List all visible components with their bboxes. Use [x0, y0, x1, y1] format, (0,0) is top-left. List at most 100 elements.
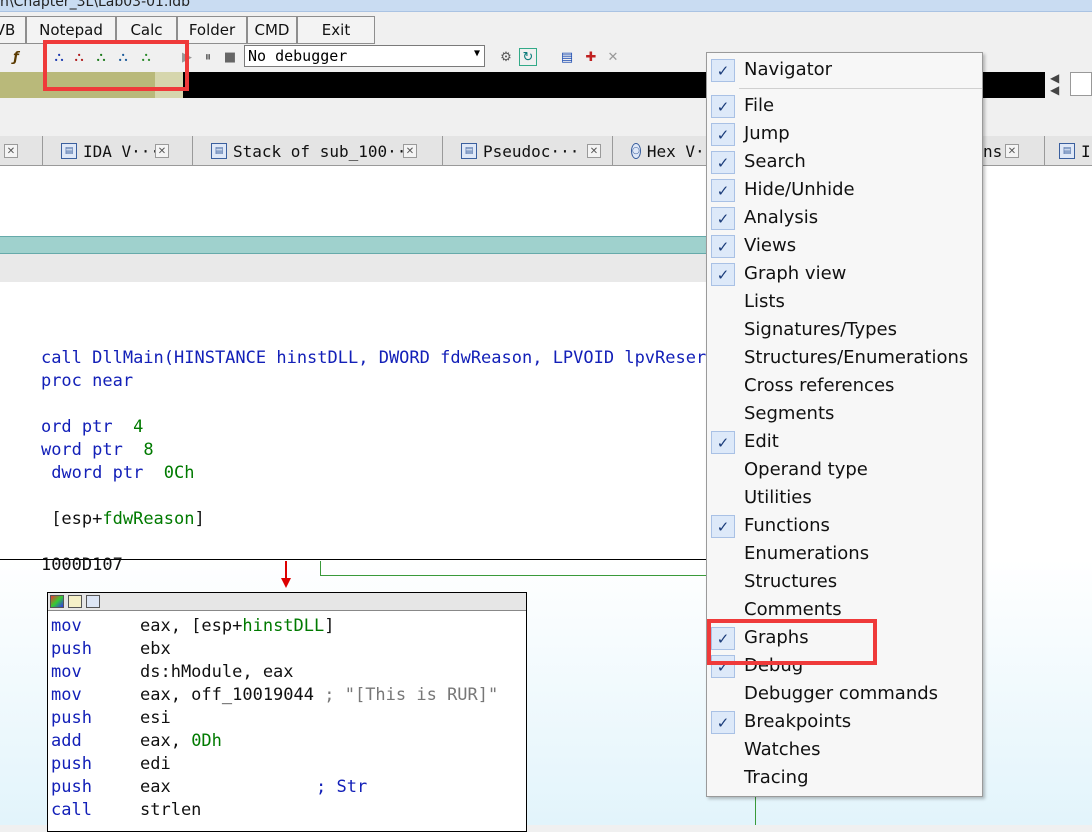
window-title-bar: n\Chapter_3L\Lab03-01.idb	[0, 0, 1092, 12]
function-header-block[interactable]: call DllMain(HINSTANCE hinstDLL, DWORD f…	[0, 282, 710, 575]
menu-item-tracing[interactable]: Tracing	[707, 764, 982, 792]
check-icon: ✓	[711, 515, 735, 538]
tab-label: IDA V···	[83, 141, 161, 161]
code-line: mov eax, off_10019044 ; "[This is RUR]"	[51, 685, 499, 705]
menu-item-graph-view[interactable]: ✓ Graph view	[707, 260, 982, 288]
menu-item-signatures-types[interactable]: Signatures/Types	[707, 316, 982, 344]
code-line: push edi	[51, 754, 171, 774]
code-line: add eax, 0Dh	[51, 731, 222, 751]
toolbar-highlight-box	[43, 40, 189, 91]
check-icon: ✓	[711, 151, 735, 174]
code-line: mov eax, [esp+hinstDLL]	[51, 616, 335, 636]
tab-ida-view[interactable]: ▤ IDA V··· ✕	[43, 136, 193, 166]
tab-label: I	[1081, 141, 1091, 161]
ida-view-icon: ▤	[61, 143, 77, 159]
code-line: call strlen	[51, 800, 202, 820]
code-line: mov ds:hModule, eax	[51, 662, 294, 682]
tab-label: Pseudoc···	[483, 141, 580, 161]
basic-block[interactable]: mov eax, [esp+hinstDLL] push ebx mov ds:hMo…	[47, 592, 527, 832]
menu-item-lists[interactable]: Lists	[707, 288, 982, 316]
close-icon[interactable]: ✕	[587, 144, 601, 158]
block-header-bar	[0, 254, 710, 282]
cmd-button[interactable]: CMD	[247, 16, 297, 44]
check-icon: ✓	[711, 235, 735, 258]
code-line: 1000D107	[0, 535, 123, 595]
group-icon[interactable]	[86, 595, 100, 608]
menu-item-segments[interactable]: Segments	[707, 400, 982, 428]
basic-block-header	[48, 593, 526, 611]
menu-item-structures-enumerations[interactable]: Structures/Enumerations	[707, 344, 982, 372]
code-line-text: proc near	[40, 371, 134, 391]
delete-breakpoint-icon[interactable]: ✕	[604, 48, 622, 66]
graph-edge-true	[755, 796, 756, 825]
color-icon[interactable]	[50, 595, 64, 608]
check-icon: ✓	[711, 711, 735, 734]
check-icon: ✓	[711, 179, 735, 202]
menu-item-navigator[interactable]: ✓ Navigator	[707, 56, 982, 84]
navigator-preview	[1070, 72, 1092, 96]
menu-item-watches[interactable]: Watches	[707, 736, 982, 764]
menu-item-analysis[interactable]: ✓ Analysis	[707, 204, 982, 232]
tab-label: Stack of sub_100···	[233, 141, 417, 161]
run-icon[interactable]: ↻	[519, 48, 537, 66]
edit-icon[interactable]	[68, 595, 82, 608]
menu-item-views[interactable]: ✓ Views	[707, 232, 982, 260]
graph-edge-true	[320, 575, 712, 576]
tab-hex-view[interactable]: ○ Hex V···	[613, 136, 724, 166]
menu-item-cross-references[interactable]: Cross references	[707, 372, 982, 400]
chevron-down-icon: ▼	[473, 48, 480, 59]
stop-icon[interactable]: ■	[221, 48, 239, 66]
tab-pseudocode[interactable]: ▤ Pseudoc··· ✕	[443, 136, 613, 166]
menu-item-jump[interactable]: ✓ Jump	[707, 120, 982, 148]
menu-item-hide-unhide[interactable]: ✓ Hide/Unhide	[707, 176, 982, 204]
function-icon[interactable]: ƒ	[7, 48, 25, 66]
menu-item-enumerations[interactable]: Enumerations	[707, 540, 982, 568]
tab-exports[interactable]: ▤ I	[1045, 136, 1092, 166]
pseudocode-icon: ▤	[461, 143, 477, 159]
menu-item-breakpoints[interactable]: ✓ Breakpoints	[707, 708, 982, 736]
tab-previous[interactable]: ✕	[0, 136, 43, 166]
graph-overview-header	[0, 236, 710, 254]
exports-icon: ▤	[1059, 143, 1075, 159]
attach-process-icon[interactable]: ⚙	[497, 48, 515, 66]
menu-item-functions[interactable]: ✓ Functions	[707, 512, 982, 540]
debugger-select[interactable]: No debugger ▼	[244, 45, 485, 67]
menu-item-edit[interactable]: ✓ Edit	[707, 428, 982, 456]
graph-edge-arrow	[281, 578, 291, 588]
window-title: n\Chapter_3L\Lab03-01.idb	[0, 0, 191, 10]
add-breakpoint-icon[interactable]: ✚	[582, 48, 600, 66]
check-icon: ✓	[711, 123, 735, 146]
close-icon[interactable]: ✕	[403, 144, 417, 158]
breakpoints-icon[interactable]: ▤	[558, 48, 576, 66]
vb-button[interactable]: VB	[0, 16, 26, 44]
code-line-text: call DllMain(HINSTANCE hinstDLL, DWORD f…	[40, 348, 707, 368]
navigator-scroll-arrows[interactable]: ◀ ◀	[1050, 72, 1059, 96]
menu-item-structures[interactable]: Structures	[707, 568, 982, 596]
close-icon[interactable]: ✕	[1005, 144, 1019, 158]
stack-icon: ▤	[211, 143, 227, 159]
close-icon[interactable]: ✕	[4, 144, 18, 158]
check-icon: ✓	[711, 263, 735, 286]
check-icon: ✓	[711, 431, 735, 454]
hex-view-icon: ○	[631, 143, 641, 159]
exit-button[interactable]: Exit	[297, 16, 375, 44]
menu-item-debugger-commands[interactable]: Debugger commands	[707, 680, 982, 708]
menu-item-operand-type[interactable]: Operand type	[707, 456, 982, 484]
menu-item-search[interactable]: ✓ Search	[707, 148, 982, 176]
toolbars-context-menu: ✓ Navigator ✓ File ✓ Jump ✓ Search ✓ Hide/Unh…	[706, 52, 983, 797]
check-icon: ✓	[711, 95, 735, 118]
menu-separator	[739, 88, 982, 89]
menu-item-file[interactable]: ✓ File	[707, 92, 982, 120]
code-line: push ebx	[51, 639, 171, 659]
menu-item-utilities[interactable]: Utilities	[707, 484, 982, 512]
pause-icon[interactable]: ⏸	[199, 48, 217, 66]
code-line-text: 1000D107	[40, 555, 123, 575]
code-line: push eax; Str	[51, 777, 368, 797]
code-line: push esi	[51, 708, 171, 728]
graph-edge-true	[320, 561, 321, 576]
graphs-highlight-box	[707, 619, 877, 665]
debugger-select-value: No debugger	[248, 47, 348, 65]
close-icon[interactable]: ✕	[155, 144, 169, 158]
tab-label: ns	[983, 141, 1003, 161]
tab-stack[interactable]: ▤ Stack of sub_100··· ✕	[193, 136, 443, 166]
